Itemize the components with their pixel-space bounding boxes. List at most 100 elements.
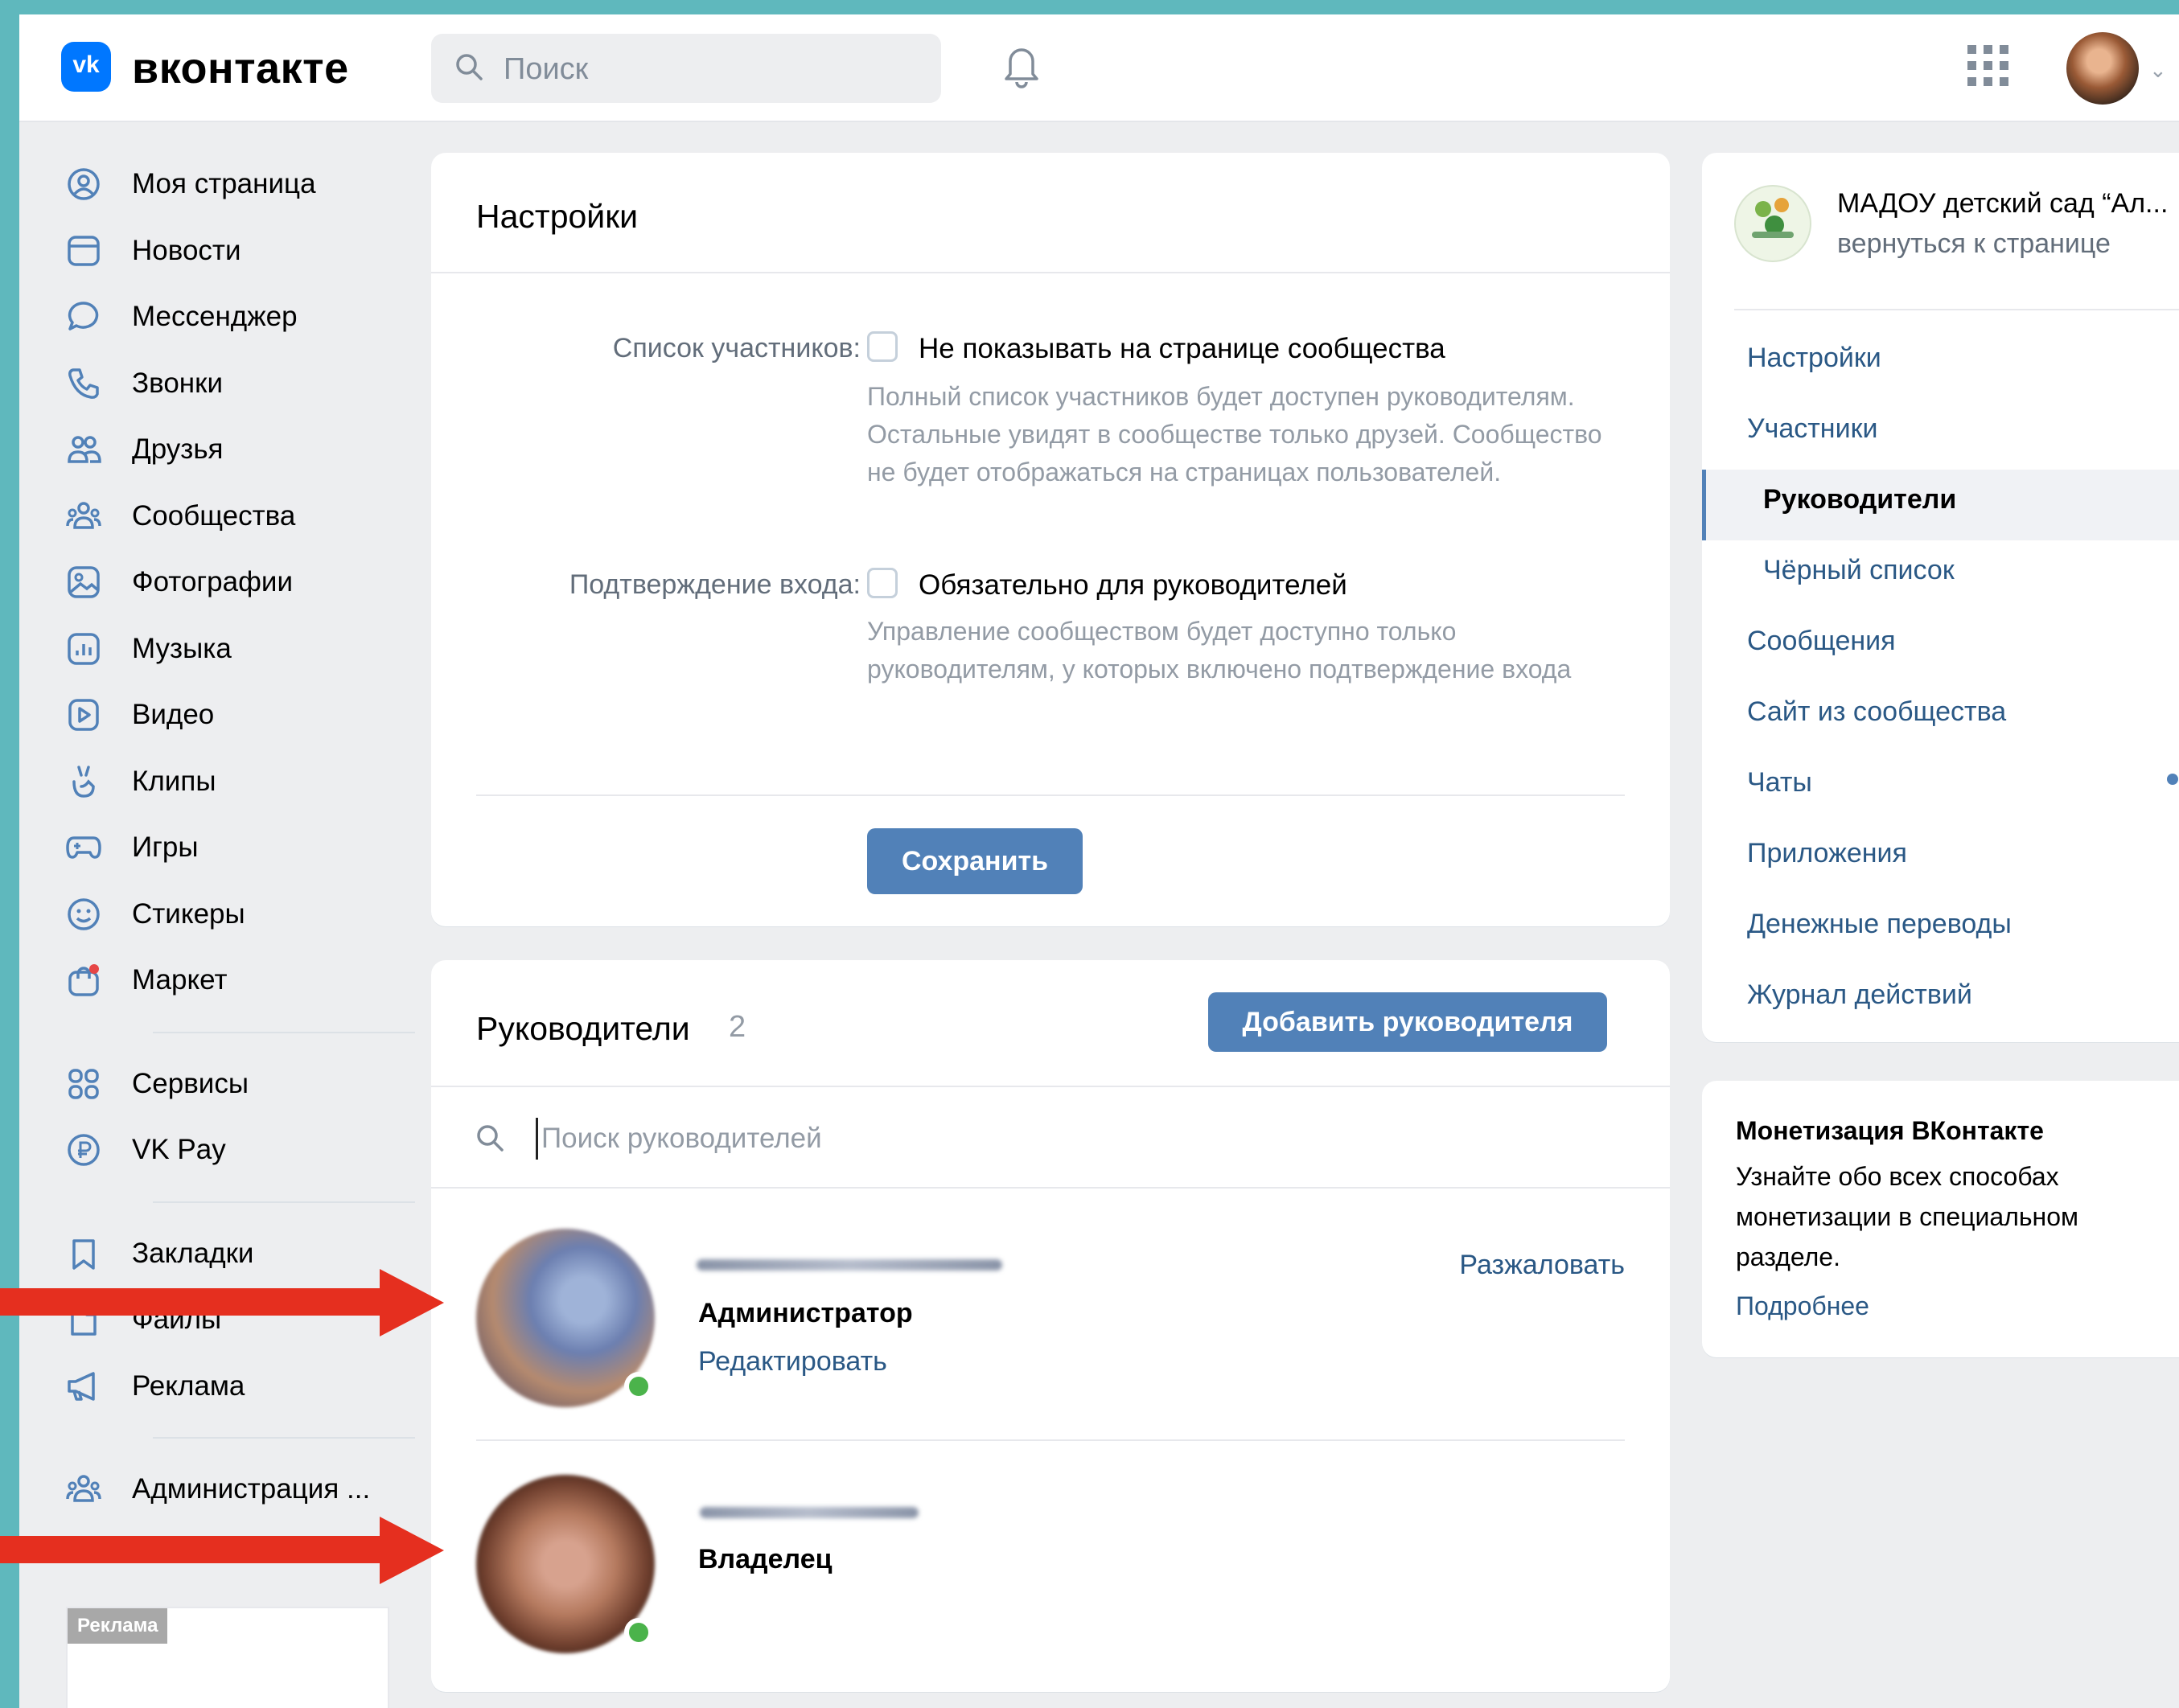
hide-members-label[interactable]: Не показывать на странице сообщества: [919, 333, 1445, 365]
manager-name-blurred[interactable]: [697, 1259, 1002, 1271]
vk-logo-icon[interactable]: vk: [61, 42, 111, 92]
smile-icon: [63, 893, 105, 935]
nav-divider: [153, 1437, 415, 1439]
demote-link[interactable]: Разжаловать: [1459, 1250, 1625, 1281]
music-icon: [63, 628, 105, 670]
user-circle-icon: [63, 163, 105, 205]
arrow-shaft: [0, 1536, 384, 1563]
nav-friends[interactable]: Друзья: [63, 417, 417, 483]
nav-messenger[interactable]: Мессенджер: [63, 284, 417, 351]
nav-label: Маркет: [132, 964, 228, 996]
managers-count: 2: [729, 1010, 746, 1044]
nav-music[interactable]: Музыка: [63, 616, 417, 683]
save-button[interactable]: Сохранить: [867, 828, 1083, 894]
divider: [476, 1439, 1625, 1441]
nav-my-page[interactable]: Моя страница: [63, 151, 417, 218]
nav-stickers[interactable]: Стикеры: [63, 881, 417, 948]
nav-label: Видео: [132, 699, 215, 731]
nav-market[interactable]: Маркет: [63, 947, 417, 1014]
search-input[interactable]: [502, 48, 923, 90]
login-confirm-checkbox[interactable]: [867, 568, 898, 598]
arrow-head: [380, 1517, 444, 1584]
ad-block[interactable]: Реклама: [66, 1607, 389, 1708]
unread-dot: [2167, 774, 2178, 785]
manager-role: Администратор: [698, 1298, 913, 1328]
divider: [431, 1187, 1670, 1189]
nav-label: Новости: [132, 234, 241, 266]
nav-label: Игры: [132, 831, 199, 864]
nav-label: Музыка: [132, 632, 232, 664]
nav-vk-pay[interactable]: VK Pay: [63, 1117, 417, 1184]
nav-label: Сообщества: [132, 499, 296, 532]
nav-label: Сервисы: [132, 1067, 249, 1099]
menu-community-site[interactable]: Сайт из сообщества: [1747, 696, 2006, 728]
menu-money-transfers[interactable]: Денежные переводы: [1747, 909, 2012, 940]
menu-settings[interactable]: Настройки: [1747, 343, 1881, 374]
nav-photos[interactable]: Фотографии: [63, 549, 417, 616]
nav-label: VK Pay: [132, 1134, 226, 1166]
hide-members-checkbox[interactable]: [867, 331, 898, 362]
edit-link[interactable]: Редактировать: [698, 1346, 887, 1377]
nav-label: Друзья: [132, 433, 224, 466]
manager-name-blurred[interactable]: [700, 1507, 919, 1518]
divider: [431, 272, 1670, 273]
nav-label: Клипы: [132, 765, 216, 797]
add-manager-button[interactable]: Добавить руководителя: [1208, 992, 1607, 1052]
login-help-text: Управление сообществом будет доступно то…: [867, 617, 1572, 684]
arrow-shaft: [0, 1288, 384, 1316]
communities-icon: [63, 1468, 105, 1510]
menu-chats[interactable]: Чаты: [1747, 767, 1812, 799]
news-icon: [63, 230, 105, 272]
nav-clips[interactable]: Клипы: [63, 749, 417, 815]
ruble-icon: [63, 1129, 105, 1171]
monetization-title: Монетизация ВКонтакте: [1736, 1116, 2044, 1145]
user-avatar[interactable]: [2066, 32, 2139, 105]
managers-search-input[interactable]: [536, 1118, 1589, 1160]
menu-blacklist[interactable]: Чёрный список: [1763, 555, 1955, 586]
nav-services[interactable]: Сервисы: [63, 1051, 417, 1118]
login-confirm-checkbox-label[interactable]: Обязательно для руководителей: [919, 569, 1347, 601]
logo-text[interactable]: вконтакте: [132, 43, 349, 93]
friends-icon: [63, 429, 105, 470]
nav-ads[interactable]: Реклама: [63, 1353, 417, 1420]
community-name[interactable]: МАДОУ детский сад “Ал...: [1837, 188, 2179, 220]
divider: [431, 1086, 1670, 1087]
megaphone-icon: [63, 1365, 105, 1407]
nav-label: Стикеры: [132, 897, 245, 930]
menu-action-log[interactable]: Журнал действий: [1747, 979, 1972, 1011]
online-indicator: [624, 1372, 653, 1401]
browser-window: vk вконтакте ⌄ Моя страница: [19, 14, 2179, 1708]
global-search[interactable]: [431, 34, 941, 103]
photo-icon: [63, 561, 105, 603]
more-link[interactable]: Подробнее: [1736, 1291, 1869, 1321]
back-to-page-link[interactable]: вернуться к странице: [1837, 228, 2111, 260]
menu-apps[interactable]: Приложения: [1747, 838, 1907, 869]
nav-games[interactable]: Игры: [63, 815, 417, 881]
nav-label: Звонки: [132, 367, 223, 399]
nav-label: Закладки: [132, 1237, 254, 1269]
menu-messages[interactable]: Сообщения: [1747, 626, 1896, 657]
nav-calls[interactable]: Звонки: [63, 351, 417, 417]
bell-icon[interactable]: [999, 39, 1044, 90]
communities-icon: [63, 495, 105, 537]
online-indicator: [624, 1618, 653, 1647]
bookmark-icon: [63, 1233, 105, 1275]
menu-managers[interactable]: Руководители: [1763, 484, 1956, 515]
managers-title: Руководители: [476, 1010, 690, 1047]
message-icon: [63, 296, 105, 338]
gamepad-icon: [63, 827, 105, 868]
nav-administration[interactable]: Администрация ...: [63, 1456, 417, 1523]
nav-video[interactable]: Видео: [63, 682, 417, 749]
apps-grid-icon[interactable]: [1966, 43, 2011, 88]
top-header: vk вконтакте ⌄: [19, 14, 2179, 122]
community-logo[interactable]: [1734, 185, 1811, 262]
login-confirm-label: Подтверждение входа:: [569, 569, 861, 600]
menu-members[interactable]: Участники: [1747, 413, 1877, 445]
red-arrow: [0, 1269, 450, 1336]
phone-icon: [63, 363, 105, 404]
nav-label: Фотографии: [132, 566, 294, 598]
monetization-card: Монетизация ВКонтакте Узнайте обо всех с…: [1702, 1081, 2179, 1357]
chevron-down-icon[interactable]: ⌄: [2149, 58, 2167, 83]
nav-communities[interactable]: Сообщества: [63, 483, 417, 550]
nav-news[interactable]: Новости: [63, 218, 417, 285]
